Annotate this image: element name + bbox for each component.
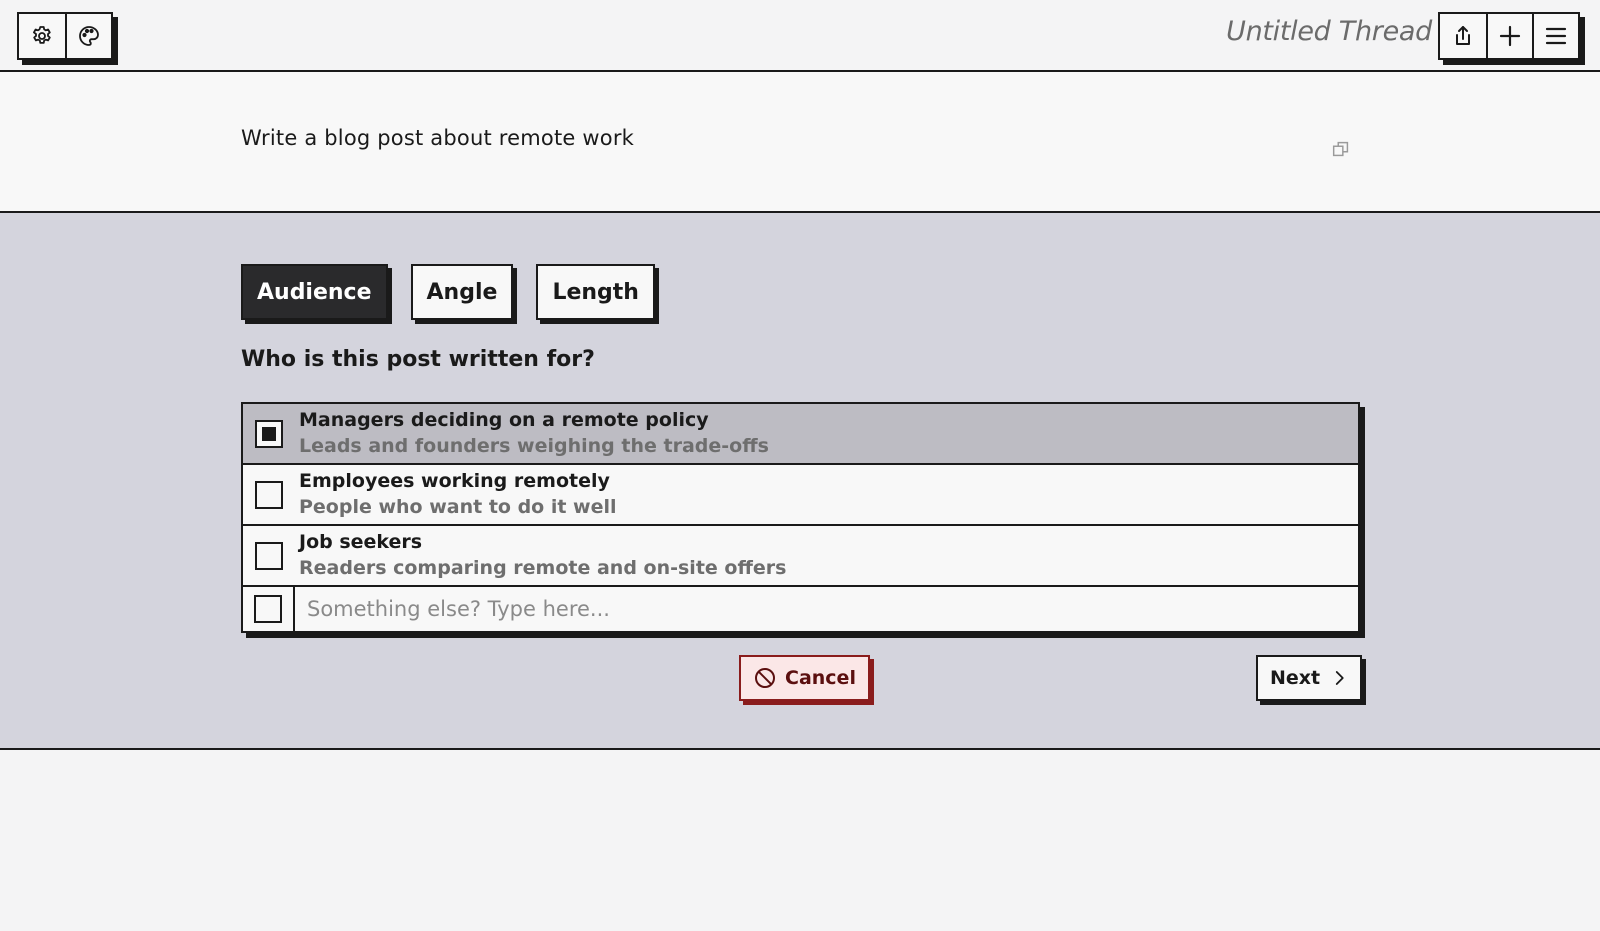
- menu-icon: [1545, 27, 1567, 45]
- palette-icon: [79, 26, 99, 46]
- question-tabs: Audience Angle Length: [241, 264, 655, 320]
- option-label: Managers deciding on a remote policy: [299, 409, 709, 431]
- user-message: Write a blog post about remote work: [0, 72, 1600, 213]
- left-toolbar: [17, 12, 113, 60]
- share-icon: [1456, 26, 1470, 45]
- right-toolbar: [1438, 12, 1580, 60]
- checkbox-check-mark: [262, 426, 276, 441]
- tab-angle[interactable]: Angle: [410, 264, 514, 320]
- option-row[interactable]: Managers deciding on a remote policy Lea…: [243, 404, 1358, 465]
- settings-button[interactable]: [19, 14, 65, 58]
- cancel-icon: [755, 668, 775, 688]
- option-label: Employees working remotely: [299, 470, 610, 492]
- cancel-label: Cancel: [785, 667, 856, 689]
- copy-icon: [1332, 141, 1349, 157]
- copy-button[interactable]: [1330, 138, 1352, 160]
- tab-length[interactable]: Length: [536, 264, 655, 320]
- tab-audience[interactable]: Audience: [241, 264, 388, 320]
- share-button[interactable]: [1440, 14, 1486, 58]
- top-bar: Untitled Thread: [0, 0, 1600, 72]
- option-description: People who want to do it well: [299, 496, 617, 518]
- other-option-row: [243, 587, 1358, 631]
- other-option-input[interactable]: [295, 587, 1358, 631]
- menu-button[interactable]: [1532, 14, 1578, 58]
- option-description: Leads and founders weighing the trade-of…: [299, 435, 769, 457]
- chevron-right-icon: [1335, 671, 1344, 685]
- options-list: Managers deciding on a remote policy Lea…: [241, 402, 1360, 633]
- option-label: Job seekers: [299, 531, 423, 553]
- gear-icon: [33, 26, 51, 44]
- other-option-checkbox[interactable]: [254, 595, 282, 623]
- option-row[interactable]: Job seekers Readers comparing remote and…: [243, 526, 1358, 587]
- plus-icon: [1499, 25, 1521, 47]
- option-description: Readers comparing remote and on-site off…: [299, 557, 787, 579]
- thread-title[interactable]: Untitled Thread: [1226, 16, 1432, 47]
- question-text: Who is this post written for?: [241, 347, 595, 372]
- cancel-button[interactable]: Cancel: [739, 655, 870, 701]
- next-button[interactable]: Next: [1256, 655, 1363, 701]
- option-checkbox[interactable]: [255, 480, 283, 509]
- theme-button[interactable]: [65, 14, 111, 58]
- option-checkbox[interactable]: [255, 541, 283, 570]
- next-label: Next: [1270, 667, 1321, 689]
- question-panel: Audience Angle Length Who is this post w…: [0, 211, 1600, 750]
- new-thread-button[interactable]: [1486, 14, 1532, 58]
- option-row[interactable]: Employees working remotely People who wa…: [243, 465, 1358, 526]
- option-checkbox[interactable]: [255, 419, 283, 448]
- message-text: Write a blog post about remote work: [241, 126, 635, 150]
